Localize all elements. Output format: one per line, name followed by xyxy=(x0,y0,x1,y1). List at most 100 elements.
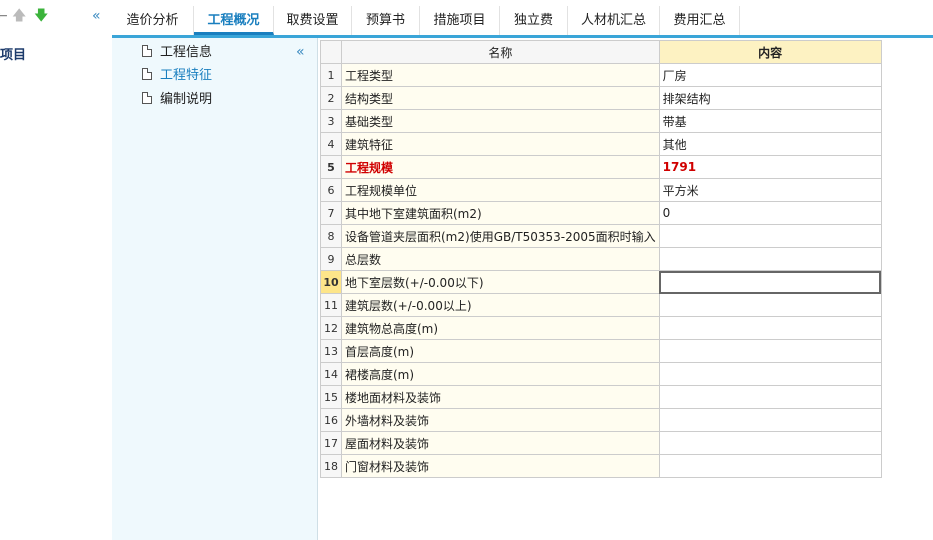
tab-bar: 造价分析 工程概况 取费设置 预算书 措施项目 独立费 人材机汇总 费用汇总 xyxy=(112,0,933,38)
tree-item-compilation-notes[interactable]: 编制说明 xyxy=(142,90,212,110)
tree-item-project-features[interactable]: 工程特征 xyxy=(142,66,212,86)
feature-value-cell[interactable]: 0 xyxy=(658,201,882,225)
grid-header-row: 名称 内容 xyxy=(320,40,882,64)
table-row[interactable]: 17 屋面材料及装饰 xyxy=(320,431,882,455)
feature-value-cell[interactable]: 1791 xyxy=(658,155,882,179)
tab-labor-material-summary[interactable]: 人材机汇总 xyxy=(568,6,660,35)
row-number-cell[interactable]: 3 xyxy=(320,109,342,133)
row-number-cell[interactable]: 10 xyxy=(320,270,342,294)
row-number-cell[interactable]: 12 xyxy=(320,316,342,340)
feature-name-cell[interactable]: 总层数 xyxy=(341,247,660,271)
table-row[interactable]: 15 楼地面材料及装饰 xyxy=(320,385,882,409)
project-tree-item[interactable]: 项目 xyxy=(0,44,26,63)
feature-value-cell[interactable]: 平方米 xyxy=(658,178,882,202)
feature-name-cell[interactable]: 工程类型 xyxy=(341,63,660,87)
row-number-cell[interactable]: 6 xyxy=(320,178,342,202)
feature-name-cell[interactable]: 屋面材料及装饰 xyxy=(341,431,660,455)
table-row[interactable]: 5 工程规模 1791 xyxy=(320,155,882,179)
arrow-up-icon[interactable]: 🡅 xyxy=(12,8,26,24)
table-row[interactable]: 2 结构类型 排架结构 xyxy=(320,86,882,110)
table-row[interactable]: 10 地下室层数(+/-0.00以下) xyxy=(320,270,882,294)
feature-value-cell[interactable] xyxy=(658,339,882,363)
feature-value-cell[interactable] xyxy=(658,270,882,294)
content-column-header[interactable]: 内容 xyxy=(658,40,882,64)
tab-project-overview[interactable]: 工程概况 xyxy=(194,6,274,35)
row-number-header xyxy=(320,40,342,64)
row-number-cell[interactable]: 17 xyxy=(320,431,342,455)
row-number-cell[interactable]: 15 xyxy=(320,385,342,409)
row-number-cell[interactable]: 11 xyxy=(320,293,342,317)
feature-value-cell[interactable] xyxy=(658,362,882,386)
feature-name-cell[interactable]: 楼地面材料及装饰 xyxy=(341,385,660,409)
feature-value-cell[interactable]: 其他 xyxy=(658,132,882,156)
feature-name-cell[interactable]: 建筑特征 xyxy=(341,132,660,156)
row-number-cell[interactable]: 4 xyxy=(320,132,342,156)
tree-item-label: 编制说明 xyxy=(160,92,213,107)
row-number-cell[interactable]: 5 xyxy=(320,155,342,179)
table-row[interactable]: 16 外墙材料及装饰 xyxy=(320,408,882,432)
feature-name-cell[interactable]: 建筑层数(+/-0.00以上) xyxy=(341,293,660,317)
feature-value-cell[interactable] xyxy=(658,431,882,455)
tab-budget[interactable]: 预算书 xyxy=(352,6,420,35)
feature-value-cell[interactable] xyxy=(658,247,882,271)
feature-value-cell[interactable] xyxy=(658,385,882,409)
tab-independent-fee[interactable]: 独立费 xyxy=(500,6,568,35)
table-row[interactable]: 1 工程类型 厂房 xyxy=(320,63,882,87)
feature-name-cell[interactable]: 工程规模 xyxy=(341,155,660,179)
tab-fee-settings[interactable]: 取费设置 xyxy=(274,6,352,35)
overview-tree-pane: « 工程信息 工程特征 编制说明 xyxy=(112,38,318,540)
feature-name-cell[interactable]: 建筑物总高度(m) xyxy=(341,316,660,340)
arrow-left-icon[interactable]: ← xyxy=(0,8,8,24)
table-row[interactable]: 13 首层高度(m) xyxy=(320,339,882,363)
table-row[interactable]: 14 裙楼高度(m) xyxy=(320,362,882,386)
feature-name-cell[interactable]: 设备管道夹层面积(m2)使用GB/T50353-2005面积时输入 xyxy=(341,224,660,248)
double-chevron-left-icon[interactable]: « xyxy=(92,8,101,24)
feature-name-cell[interactable]: 首层高度(m) xyxy=(341,339,660,363)
feature-value-cell[interactable]: 排架结构 xyxy=(658,86,882,110)
feature-name-cell[interactable]: 工程规模单位 xyxy=(341,178,660,202)
tab-cost-analysis[interactable]: 造价分析 xyxy=(112,6,194,35)
tree-item-project-info[interactable]: 工程信息 xyxy=(142,43,212,63)
feature-name-cell[interactable]: 外墙材料及装饰 xyxy=(341,408,660,432)
feature-name-cell[interactable]: 其中地下室建筑面积(m2) xyxy=(341,201,660,225)
row-number-cell[interactable]: 8 xyxy=(320,224,342,248)
row-number-cell[interactable]: 13 xyxy=(320,339,342,363)
table-row[interactable]: 3 基础类型 带基 xyxy=(320,109,882,133)
feature-value-cell[interactable] xyxy=(658,454,882,478)
grid-body: 1 工程类型 厂房 2 结构类型 排架结构 3 基础类型 带基 4 建筑特征 其他 5 工程规模 1791 6… xyxy=(320,63,882,478)
table-row[interactable]: 9 总层数 xyxy=(320,247,882,271)
tree-item-label: 工程特征 xyxy=(160,68,213,83)
name-column-header[interactable]: 名称 xyxy=(341,40,660,64)
table-row[interactable]: 4 建筑特征 其他 xyxy=(320,132,882,156)
table-row[interactable]: 8 设备管道夹层面积(m2)使用GB/T50353-2005面积时输入 xyxy=(320,224,882,248)
row-number-cell[interactable]: 16 xyxy=(320,408,342,432)
feature-value-cell[interactable]: 厂房 xyxy=(658,63,882,87)
row-number-cell[interactable]: 18 xyxy=(320,454,342,478)
row-number-cell[interactable]: 14 xyxy=(320,362,342,386)
arrow-down-icon[interactable]: 🡇 xyxy=(34,8,48,24)
table-row[interactable]: 7 其中地下室建筑面积(m2) 0 xyxy=(320,201,882,225)
feature-value-cell[interactable]: 带基 xyxy=(658,109,882,133)
double-chevron-left-icon[interactable]: « xyxy=(296,44,305,60)
table-row[interactable]: 18 门窗材料及装饰 xyxy=(320,454,882,478)
tab-fee-summary[interactable]: 费用汇总 xyxy=(660,6,740,35)
feature-value-cell[interactable] xyxy=(658,293,882,317)
row-number-cell[interactable]: 1 xyxy=(320,63,342,87)
row-number-cell[interactable]: 9 xyxy=(320,247,342,271)
feature-value-cell[interactable] xyxy=(658,408,882,432)
feature-name-cell[interactable]: 结构类型 xyxy=(341,86,660,110)
project-pane: ← 🡅 🡇 « 项目 xyxy=(0,0,112,540)
table-row[interactable]: 11 建筑层数(+/-0.00以上) xyxy=(320,293,882,317)
tab-measures[interactable]: 措施项目 xyxy=(420,6,500,35)
row-number-cell[interactable]: 2 xyxy=(320,86,342,110)
feature-value-cell[interactable] xyxy=(658,224,882,248)
table-row[interactable]: 6 工程规模单位 平方米 xyxy=(320,178,882,202)
table-row[interactable]: 12 建筑物总高度(m) xyxy=(320,316,882,340)
feature-name-cell[interactable]: 基础类型 xyxy=(341,109,660,133)
row-number-cell[interactable]: 7 xyxy=(320,201,342,225)
feature-name-cell[interactable]: 裙楼高度(m) xyxy=(341,362,660,386)
feature-name-cell[interactable]: 地下室层数(+/-0.00以下) xyxy=(341,270,660,294)
feature-name-cell[interactable]: 门窗材料及装饰 xyxy=(341,454,660,478)
feature-value-cell[interactable] xyxy=(658,316,882,340)
project-features-grid: 名称 内容 1 工程类型 厂房 2 结构类型 排架结构 3 基础类型 带基 4 建筑特征 其他 5 工程规… xyxy=(320,40,882,478)
